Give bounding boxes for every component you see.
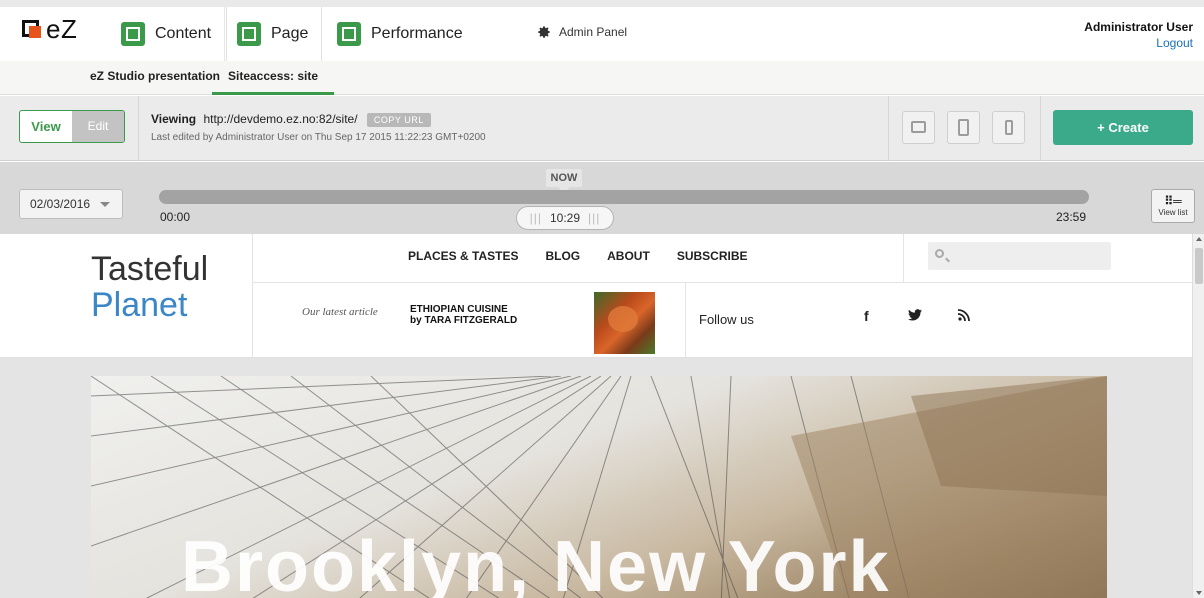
tablet-preview-button[interactable]: [947, 111, 980, 144]
view-list-button[interactable]: ⠿═ View list: [1151, 189, 1195, 223]
user-name: Administrator User: [1084, 20, 1193, 34]
site-header: Tasteful Planet PLACES & TASTES BLOG ABO…: [0, 234, 1192, 358]
ez-logo[interactable]: eZ: [22, 14, 92, 48]
search-icon: [935, 249, 944, 258]
timeline-track[interactable]: [159, 190, 1089, 204]
viewing-label: Viewing: [151, 112, 197, 126]
edit-button[interactable]: Edit: [72, 111, 124, 142]
view-edit-toggle: View Edit: [19, 110, 125, 143]
divider: [903, 234, 904, 282]
content-icon: [121, 22, 145, 46]
device-preview-switcher: [890, 96, 1040, 161]
list-icon: ⠿═: [1164, 194, 1182, 208]
site-menu: PLACES & TASTES BLOG ABOUT SUBSCRIBE: [408, 249, 775, 263]
grip-icon: |||: [529, 211, 542, 225]
article-title-line1: ETHIOPIAN CUISINE: [410, 304, 508, 315]
tablet-icon: [958, 119, 969, 136]
sub-navigation: eZ Studio presentation Siteaccess: site: [0, 61, 1204, 95]
divider: [252, 282, 1192, 283]
date-selector[interactable]: 02/03/2016: [19, 189, 123, 219]
logout-link[interactable]: Logout: [1084, 36, 1193, 50]
article-author-line: by TARA FITZGERALD: [410, 315, 518, 326]
copy-url-button[interactable]: COPY URL: [366, 112, 431, 127]
brand-name-line1[interactable]: Tasteful: [91, 250, 208, 289]
mobile-icon: [1005, 120, 1013, 135]
desktop-icon: [911, 121, 926, 133]
performance-icon: [337, 22, 361, 46]
current-time: 10:29: [549, 211, 581, 225]
view-button[interactable]: View: [20, 111, 72, 142]
admin-panel-label: Admin Panel: [559, 25, 628, 39]
tab-performance[interactable]: Performance: [323, 7, 483, 61]
create-button[interactable]: + Create: [1053, 110, 1193, 145]
scrollbar-thumb[interactable]: [1195, 248, 1203, 284]
timeline-bar: 02/03/2016 NOW 00:00 23:59 ||| 10:29 ||| ⠿…: [0, 162, 1204, 234]
viewing-info: Viewing http://devdemo.ez.no:82/site/ CO…: [151, 112, 431, 127]
hero-title: Brooklyn, New York: [181, 527, 891, 598]
menu-item-subscribe[interactable]: SUBSCRIBE: [677, 249, 748, 263]
divider: [888, 96, 889, 161]
page-toolbar: View Edit Viewing http://devdemo.ez.no:8…: [0, 96, 1204, 161]
grip-icon: |||: [588, 211, 601, 225]
gear-icon: [538, 26, 550, 38]
page-icon: [237, 22, 261, 46]
follow-us-label: Follow us: [699, 312, 754, 327]
divider: [138, 96, 139, 161]
tab-performance-label: Performance: [371, 25, 463, 42]
mobile-preview-button[interactable]: [992, 111, 1025, 144]
menu-item-about[interactable]: ABOUT: [607, 249, 650, 263]
now-marker: NOW: [546, 169, 582, 187]
user-menu: Administrator User Logout: [1084, 20, 1193, 50]
preview-scrollbar[interactable]: [1192, 234, 1204, 598]
article-thumbnail[interactable]: [594, 292, 655, 354]
timeline-time-handle[interactable]: ||| 10:29 |||: [516, 206, 614, 230]
site-preview: Tasteful Planet PLACES & TASTES BLOG ABO…: [0, 234, 1192, 598]
last-edited-text: Last edited by Administrator User on Thu…: [151, 132, 486, 143]
scroll-up-icon[interactable]: [1196, 237, 1202, 241]
hero-image[interactable]: Brooklyn, New York: [91, 376, 1107, 598]
top-navigation: eZ Content Page Performance Admin Panel …: [0, 0, 1204, 61]
tab-page-label: Page: [271, 25, 309, 42]
latest-article-title[interactable]: ETHIOPIAN CUISINE by TARA FITZGERALD: [410, 304, 517, 326]
site-search-input[interactable]: [928, 242, 1111, 270]
divider: [1040, 96, 1041, 161]
admin-panel-link[interactable]: Admin Panel: [537, 25, 627, 39]
brand-name-line2[interactable]: Planet: [91, 286, 187, 325]
chevron-down-icon: [100, 202, 110, 207]
date-value: 02/03/2016: [30, 197, 91, 211]
logo-text: eZ: [46, 14, 78, 44]
rss-icon[interactable]: [957, 308, 970, 324]
subtab-siteaccess[interactable]: Siteaccess: site: [212, 61, 335, 95]
timeline-end-time: 23:59: [1056, 210, 1087, 224]
tab-content-label: Content: [155, 25, 212, 42]
divider: [685, 282, 686, 358]
scroll-down-icon[interactable]: [1196, 591, 1202, 595]
tab-page[interactable]: Page: [226, 7, 322, 61]
facebook-icon[interactable]: f: [864, 308, 869, 324]
view-list-label: View list: [1158, 208, 1188, 217]
logo-accent-icon: [29, 26, 41, 38]
divider: [252, 234, 253, 358]
menu-item-places-tastes[interactable]: PLACES & TASTES: [408, 249, 518, 263]
viewing-url: http://devdemo.ez.no:82/site/: [203, 112, 358, 126]
twitter-icon[interactable]: [908, 308, 922, 324]
menu-item-blog[interactable]: BLOG: [545, 249, 580, 263]
desktop-preview-button[interactable]: [902, 111, 935, 144]
tab-content[interactable]: Content: [108, 7, 225, 61]
latest-article-label: Our latest article: [302, 306, 378, 318]
timeline-start-time: 00:00: [160, 210, 191, 224]
